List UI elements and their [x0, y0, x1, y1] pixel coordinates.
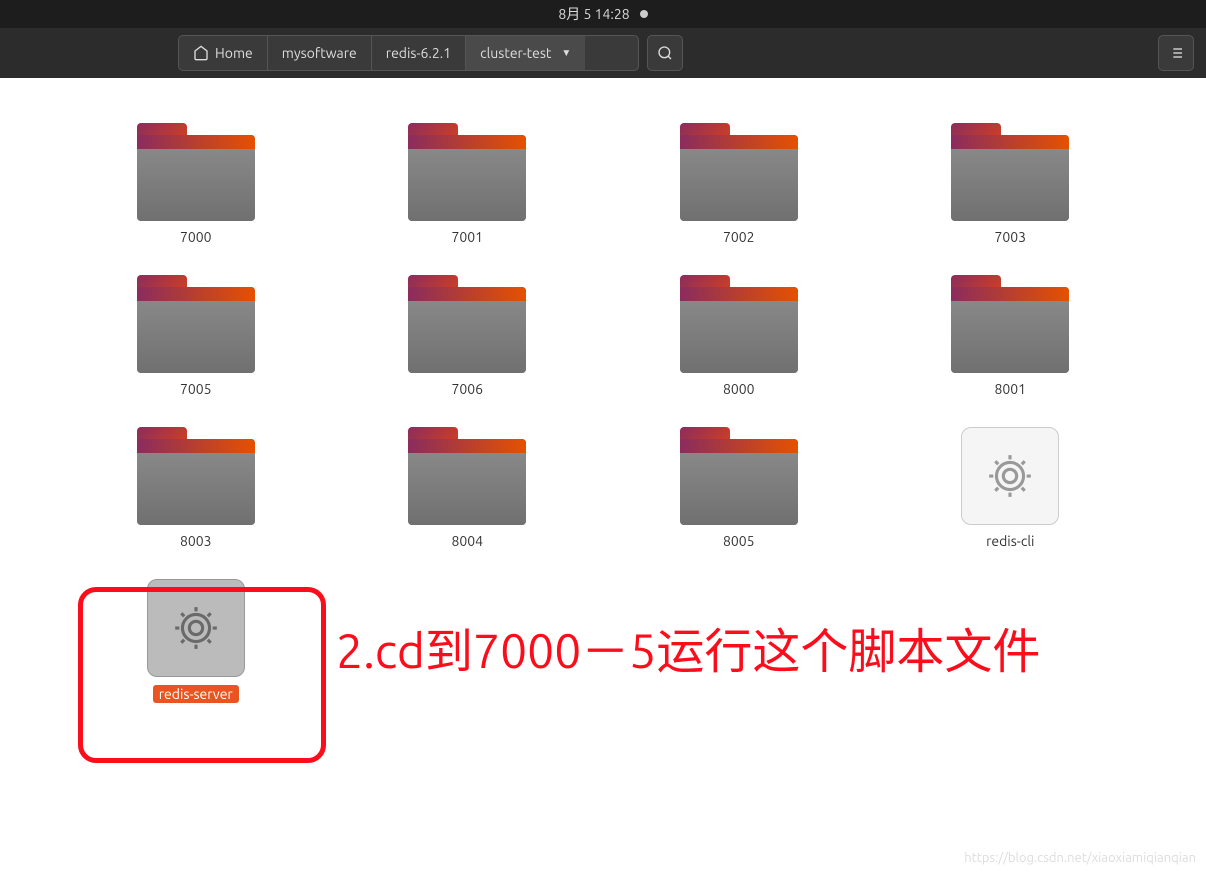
folder-icon	[951, 123, 1069, 221]
file-label: 7005	[180, 381, 212, 397]
list-icon	[1168, 45, 1184, 61]
folder-icon	[408, 427, 526, 525]
file-item-7001[interactable]: 7001	[403, 118, 531, 250]
breadcrumb: Home mysoftware redis-6.2.1 cluster-test…	[178, 35, 639, 71]
file-label: 7002	[723, 229, 755, 245]
folder-icon	[408, 123, 526, 221]
folder-icon	[680, 123, 798, 221]
breadcrumb-item-mysoftware[interactable]: mysoftware	[268, 36, 372, 70]
file-manager-toolbar: Home mysoftware redis-6.2.1 cluster-test…	[0, 28, 1206, 78]
folder-icon	[408, 275, 526, 373]
annotation-highlight-box	[78, 587, 326, 763]
file-label: 8005	[723, 533, 755, 549]
file-item-8000[interactable]: 8000	[675, 270, 803, 402]
file-label: redis-cli	[986, 533, 1034, 549]
watermark-text: https://blog.csdn.net/xiaoxiamiqianqian	[964, 851, 1196, 865]
breadcrumb-item-cluster-test[interactable]: cluster-test ▼	[466, 36, 585, 70]
file-item-8004[interactable]: 8004	[403, 422, 531, 554]
file-label: 7001	[451, 229, 483, 245]
breadcrumb-item-redis[interactable]: redis-6.2.1	[372, 36, 466, 70]
file-item-8003[interactable]: 8003	[132, 422, 260, 554]
file-item-redis-cli[interactable]: redis-cli	[956, 422, 1064, 554]
file-item-7000[interactable]: 7000	[132, 118, 260, 250]
home-icon	[193, 45, 209, 61]
file-label: 8004	[451, 533, 483, 549]
file-label: 7003	[994, 229, 1026, 245]
file-label: 7006	[451, 381, 483, 397]
search-button[interactable]	[647, 35, 683, 71]
file-item-8001[interactable]: 8001	[946, 270, 1074, 402]
breadcrumb-home-label: Home	[215, 45, 253, 61]
file-label: 8001	[994, 381, 1026, 397]
file-item-7002[interactable]: 7002	[675, 118, 803, 250]
file-label: 7000	[180, 229, 212, 245]
folder-icon	[137, 275, 255, 373]
notification-dot-icon	[640, 10, 648, 18]
system-top-bar: 8月 5 14:28	[0, 0, 1206, 28]
search-icon	[657, 45, 673, 61]
file-item-8005[interactable]: 8005	[675, 422, 803, 554]
chevron-down-icon: ▼	[561, 47, 571, 59]
executable-icon	[961, 427, 1059, 525]
file-label: 8000	[723, 381, 755, 397]
folder-icon	[137, 427, 255, 525]
folder-icon	[680, 275, 798, 373]
folder-icon	[951, 275, 1069, 373]
file-item-7006[interactable]: 7006	[403, 270, 531, 402]
file-item-7003[interactable]: 7003	[946, 118, 1074, 250]
datetime-label: 8月 5 14:28	[558, 4, 629, 24]
folder-icon	[680, 427, 798, 525]
view-options-button[interactable]	[1158, 35, 1194, 71]
file-item-7005[interactable]: 7005	[132, 270, 260, 402]
annotation-text: 2.cd到7000－5运行这个脚本文件	[336, 620, 1166, 682]
breadcrumb-home[interactable]: Home	[179, 36, 268, 70]
folder-icon	[137, 123, 255, 221]
file-label: 8003	[180, 533, 212, 549]
